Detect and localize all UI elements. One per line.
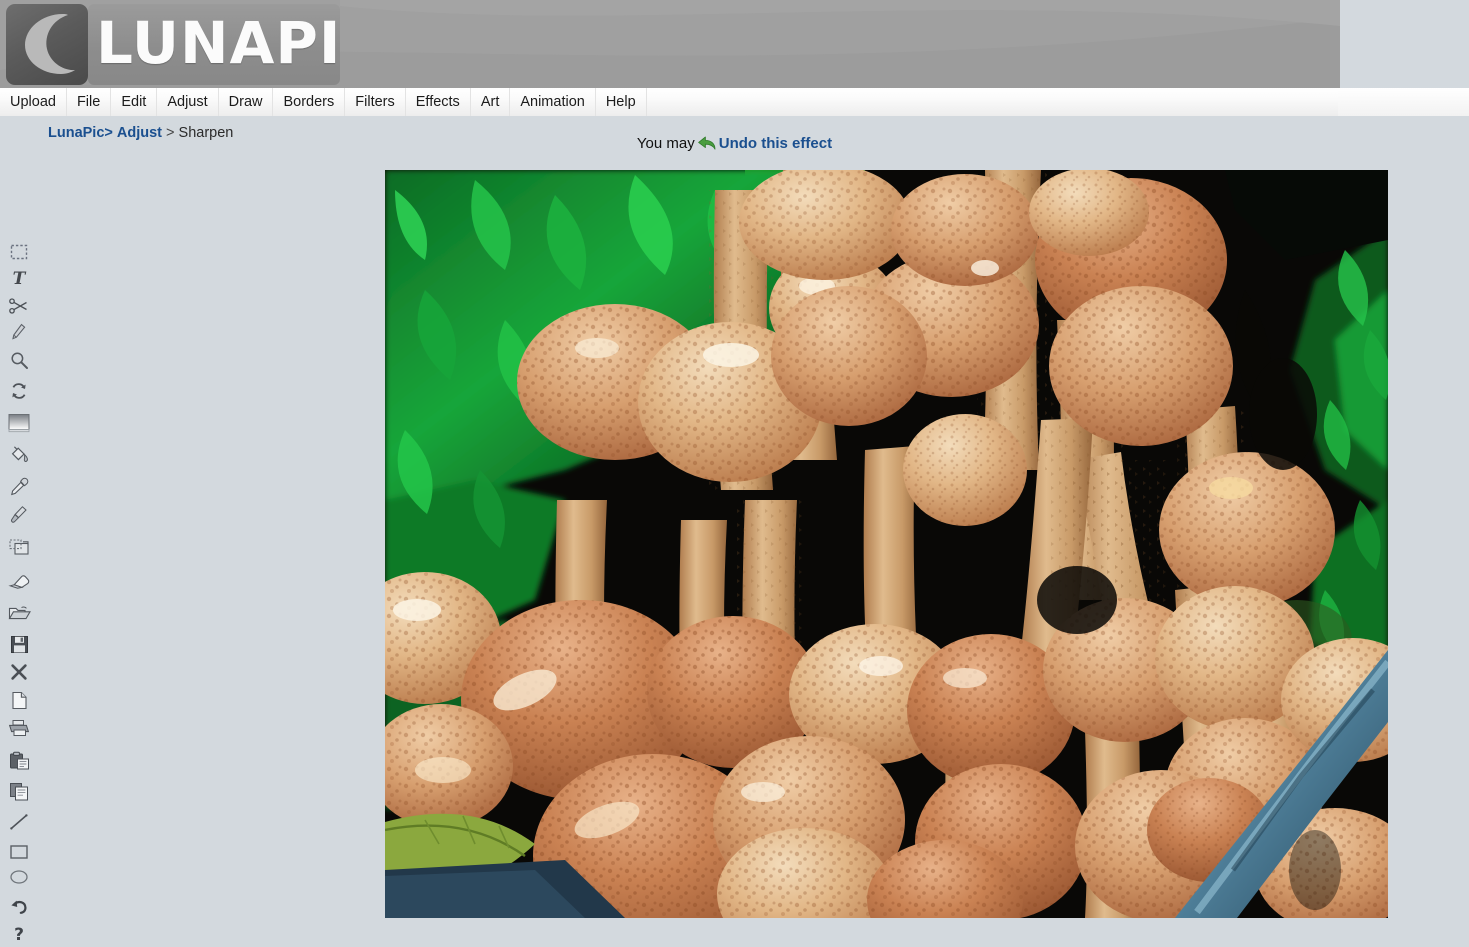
pencil-icon[interactable] <box>4 319 34 345</box>
undo-this-effect-link[interactable]: Undo this effect <box>719 135 832 152</box>
main-menu-bar: Upload File Edit Adjust Draw Borders Fil… <box>0 88 1469 116</box>
eyedropper-icon[interactable] <box>4 473 34 499</box>
menu-item-effects[interactable]: Effects <box>406 88 471 116</box>
menu-bar-filler <box>1338 88 1469 116</box>
rotate-icon[interactable] <box>4 378 34 404</box>
mushroom-photo[interactable] <box>385 170 1388 918</box>
svg-text:?: ? <box>14 925 24 943</box>
menu-item-borders[interactable]: Borders <box>273 88 346 116</box>
menu-item-adjust[interactable]: Adjust <box>157 88 219 116</box>
eraser-icon[interactable] <box>4 568 34 594</box>
crop-transform-icon[interactable] <box>4 534 34 560</box>
svg-text:T: T <box>13 269 27 287</box>
menu-item-file[interactable]: File <box>67 88 112 116</box>
lunapic-wordmark: LUNAPIC <box>96 9 340 77</box>
magnifier-icon[interactable] <box>4 347 34 373</box>
lunapic-logo[interactable] <box>6 4 88 85</box>
menu-item-edit[interactable]: Edit <box>111 88 158 116</box>
undo-arrow-icon <box>697 134 717 152</box>
menu-item-animation[interactable]: Animation <box>510 88 596 116</box>
menu-item-upload[interactable]: Upload <box>0 88 67 116</box>
menu-item-art[interactable]: Art <box>471 88 511 116</box>
save-floppy-icon[interactable] <box>4 631 34 657</box>
printer-icon[interactable] <box>4 715 34 741</box>
undo-icon[interactable] <box>4 893 34 919</box>
marquee-select-icon[interactable] <box>4 239 34 265</box>
close-x-icon[interactable] <box>4 659 34 685</box>
open-folder-icon[interactable] <box>4 600 34 626</box>
crescent-moon-icon <box>25 14 75 74</box>
tool-palette: T ? <box>0 116 38 943</box>
brush-icon[interactable] <box>4 501 34 527</box>
workspace: T ? LunaPic> Adjust > Sharpen You may Un… <box>0 116 1469 943</box>
menu-item-help[interactable]: Help <box>596 88 647 116</box>
help-question-icon[interactable]: ? <box>4 921 34 947</box>
ellipse-icon[interactable] <box>4 864 34 890</box>
menu-item-draw[interactable]: Draw <box>219 88 274 116</box>
undo-notice: You may Undo this effect <box>0 134 1469 152</box>
paste-icon[interactable] <box>4 747 34 773</box>
paint-bucket-icon[interactable] <box>4 441 34 467</box>
scissors-icon[interactable] <box>4 293 34 319</box>
gradient-icon[interactable] <box>4 410 34 436</box>
rectangle-icon[interactable] <box>4 839 34 865</box>
app-header: LUNAPIC <box>0 0 1340 88</box>
new-file-icon[interactable] <box>4 687 34 713</box>
menu-item-filters[interactable]: Filters <box>345 88 406 116</box>
lunapic-wordmark-box: LUNAPIC <box>88 4 340 85</box>
undo-notice-prefix: You may <box>636 135 695 152</box>
line-icon[interactable] <box>4 809 34 835</box>
image-canvas[interactable] <box>385 170 1388 918</box>
copy-icon[interactable] <box>4 778 34 804</box>
main-menu-items: Upload File Edit Adjust Draw Borders Fil… <box>0 88 1338 116</box>
text-icon[interactable]: T <box>4 265 34 291</box>
